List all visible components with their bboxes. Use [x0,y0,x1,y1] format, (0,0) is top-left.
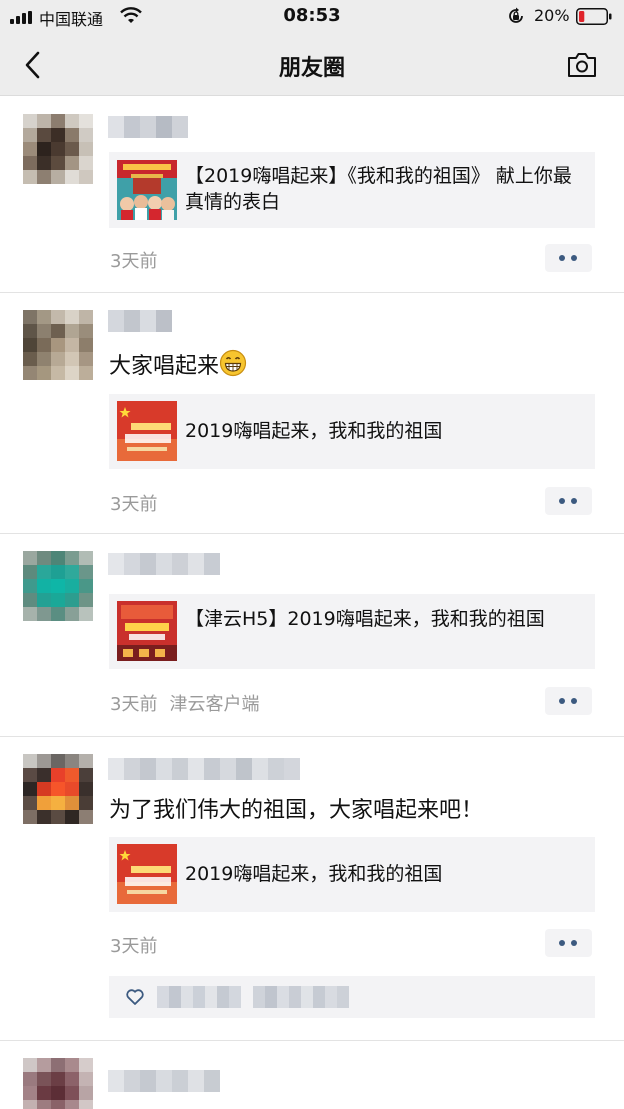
user-name-blurred[interactable] [108,1070,220,1092]
link-title: 【2019嗨唱起来】《我和我的祖国》 献上你最真情的表白 [185,165,572,213]
moment-post: 【2019嗨唱起来】《我和我的祖国》 献上你最真情的表白 3天前 [0,97,624,293]
link-title: 2019嗨唱起来，我和我的祖国 [185,863,443,885]
user-name-blurred[interactable] [108,116,188,138]
battery-icon [576,8,612,25]
more-button[interactable] [545,487,592,515]
link-title: 2019嗨唱起来，我和我的祖国 [185,420,443,442]
post-text: 为了我们伟大的祖国，大家唱起来吧！ [109,798,484,823]
liker-names-blurred[interactable] [157,986,349,1008]
link-thumbnail [117,160,177,220]
more-button[interactable] [545,929,592,957]
post-meta: 3天前 津云客户端 [110,690,259,716]
post-time-text: 3天前 [110,694,158,715]
camera-icon[interactable] [566,51,598,79]
more-button[interactable] [545,687,592,715]
post-text: 大家唱起来 [109,348,247,380]
orientation-lock-icon [509,7,523,23]
link-title: 【津云H5】2019嗨唱起来，我和我的祖国 [185,608,545,630]
post-time-text: 3天前 [110,494,158,515]
post-text-content: 大家唱起来 [109,354,220,379]
battery-percentage: 20% [534,6,570,25]
grin-emoji-icon [219,349,247,377]
post-time-text: 3天前 [110,251,158,272]
post-time: 3天前 [110,490,157,516]
avatar[interactable] [23,114,93,184]
status-bar: 中国联通 08:53 20% [0,0,624,34]
divider [0,1040,624,1041]
page-title: 朋友圈 [278,56,345,81]
link-card[interactable]: 2019嗨唱起来，我和我的祖国 [109,394,595,469]
link-card[interactable]: 【2019嗨唱起来】《我和我的祖国》 献上你最真情的表白 [109,152,595,228]
link-thumbnail [117,601,177,661]
moment-post: 大家唱起来 2019嗨唱起来，我和我的祖国 3天前 [0,293,624,534]
avatar[interactable] [23,551,93,621]
moment-post: 【津云H5】2019嗨唱起来，我和我的祖国 3天前 津云客户端 [0,534,624,737]
clock: 08:53 [283,5,341,26]
avatar[interactable] [23,310,93,380]
link-thumbnail [117,844,177,904]
nav-bar: 朋友圈 [0,34,624,96]
more-button[interactable] [545,244,592,272]
heart-icon [126,989,144,1005]
link-card[interactable]: 【津云H5】2019嗨唱起来，我和我的祖国 [109,594,595,669]
user-name-blurred[interactable] [108,758,300,780]
post-time: 3天前 [110,247,157,273]
link-thumbnail [117,401,177,461]
post-source[interactable]: 津云客户端 [169,694,259,715]
avatar[interactable] [23,1058,93,1109]
likes-bar [109,976,595,1018]
user-name-blurred[interactable] [108,310,172,332]
link-card[interactable]: 2019嗨唱起来，我和我的祖国 [109,837,595,912]
avatar[interactable] [23,754,93,824]
user-name-blurred[interactable] [108,553,220,575]
post-time-text: 3天前 [110,936,158,957]
post-time: 3天前 [110,932,157,958]
